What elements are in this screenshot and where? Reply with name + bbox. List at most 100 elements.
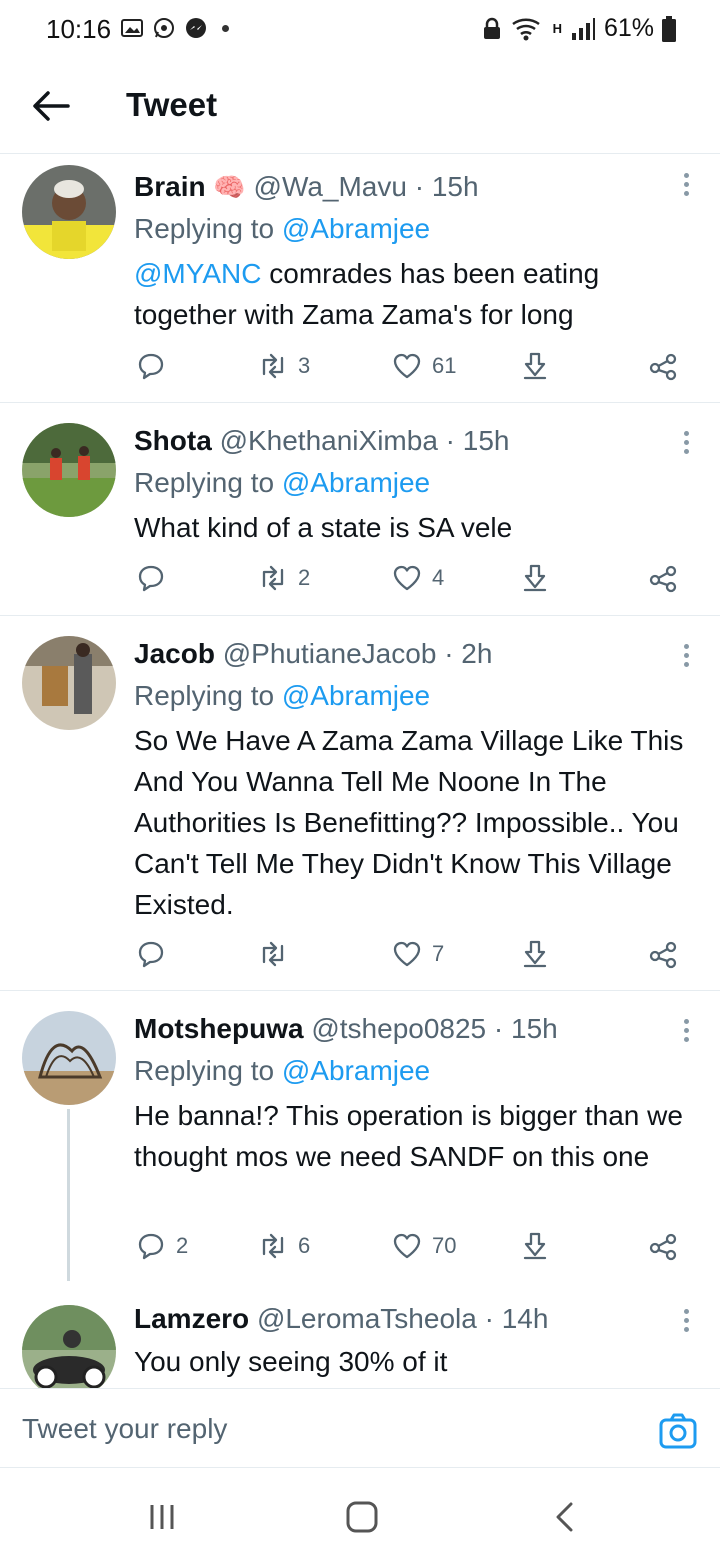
reply-input[interactable]	[22, 1409, 622, 1449]
tweet-actions: 2 4	[134, 563, 694, 599]
like-button[interactable]: 4	[392, 563, 444, 593]
reply-icon	[138, 353, 164, 380]
retweet-button[interactable]: 2	[258, 563, 310, 593]
lock-icon	[483, 17, 500, 39]
tweet-text: What kind of a state is SA vele	[134, 512, 513, 543]
avatar[interactable]	[22, 423, 116, 517]
share-icon	[649, 941, 677, 969]
download-button[interactable]	[520, 563, 550, 593]
back-arrow-icon[interactable]	[30, 88, 70, 124]
author-handle[interactable]: @LeromaTsheola	[257, 1303, 477, 1334]
tweet-card[interactable]: Jacob @PhutianeJacob · 2h Replying to @A…	[0, 616, 720, 991]
tweet-card[interactable]: Lamzero @LeromaTsheola · 14h You only se…	[0, 1281, 720, 1388]
avatar[interactable]	[22, 1305, 116, 1388]
retweet-button[interactable]: 6	[258, 1231, 310, 1261]
reply-button[interactable]	[136, 563, 176, 593]
more-options-icon[interactable]	[682, 1309, 690, 1335]
whatsapp-icon	[154, 18, 174, 38]
reply-icon	[138, 565, 164, 592]
tweet-time: · 15h	[445, 425, 510, 456]
heart-icon	[393, 565, 421, 591]
more-options-icon[interactable]	[682, 644, 690, 670]
status-bar: 10:16 H 61%	[0, 0, 720, 58]
share-button[interactable]	[648, 351, 678, 381]
replying-to-link[interactable]: @Abramjee	[282, 213, 430, 244]
tweet-time: · 15h	[493, 1013, 558, 1044]
app-header: Tweet	[0, 58, 720, 154]
like-button[interactable]: 7	[392, 939, 444, 969]
recent-apps-icon[interactable]	[142, 1500, 182, 1534]
tweet-text: So We Have A Zama Zama Village Like This…	[134, 725, 684, 920]
reply-button[interactable]	[136, 939, 176, 969]
thread-line	[67, 1109, 70, 1281]
signal-icon	[571, 17, 595, 40]
more-options-icon[interactable]	[682, 1019, 690, 1045]
wifi-icon	[511, 18, 540, 40]
avatar[interactable]	[22, 636, 116, 730]
author-handle[interactable]: @PhutianeJacob	[223, 638, 437, 669]
author-handle[interactable]: @tshepo0825	[311, 1013, 486, 1044]
author-name[interactable]: Jacob	[134, 638, 215, 669]
download-button[interactable]	[520, 1231, 550, 1261]
reply-icon	[138, 1233, 164, 1260]
status-time: 10:16	[46, 14, 112, 44]
share-icon	[649, 565, 677, 593]
more-options-icon[interactable]	[682, 173, 690, 199]
replying-to-link[interactable]: @Abramjee	[282, 680, 430, 711]
author-handle[interactable]: @Wa_Mavu	[254, 171, 407, 202]
author-handle[interactable]: @KhethaniXimba	[220, 425, 438, 456]
download-button[interactable]	[520, 351, 550, 381]
retweet-icon	[262, 353, 284, 379]
heart-icon	[393, 353, 421, 379]
tweet-card[interactable]: Motshepuwa @tshepo0825 · 15h Replying to…	[0, 991, 720, 1281]
like-button[interactable]: 61	[392, 351, 456, 381]
retweet-icon	[262, 1233, 284, 1259]
tweet-text: You only seeing 30% of it	[134, 1346, 448, 1377]
share-button[interactable]	[648, 563, 678, 593]
avatar[interactable]	[22, 165, 116, 259]
download-icon	[523, 940, 547, 968]
share-icon	[649, 353, 677, 381]
reply-button[interactable]	[136, 351, 176, 381]
more-options-icon[interactable]	[682, 431, 690, 457]
retweet-button[interactable]: 3	[258, 351, 310, 381]
author-name[interactable]: Shota	[134, 425, 212, 456]
like-button[interactable]: 70	[392, 1231, 456, 1261]
camera-icon[interactable]	[658, 1411, 698, 1451]
tweet-card[interactable]: Brain 🧠 @Wa_Mavu · 15h Replying to @Abra…	[0, 155, 720, 403]
gallery-icon	[121, 19, 143, 37]
retweet-icon	[262, 941, 284, 967]
download-icon	[523, 1232, 547, 1260]
reply-icon	[138, 941, 164, 968]
heart-icon	[393, 941, 421, 967]
author-name[interactable]: Motshepuwa	[134, 1013, 304, 1044]
tweet-time: · 2h	[444, 638, 493, 669]
tweet-text: He banna!? This operation is bigger than…	[134, 1100, 683, 1172]
system-nav-bar	[0, 1470, 720, 1560]
battery-percent: 61%	[603, 14, 654, 42]
tweet-actions: 3 61	[134, 351, 694, 387]
reply-button[interactable]: 2	[136, 1231, 188, 1261]
back-nav-icon[interactable]	[546, 1500, 586, 1534]
replies-feed[interactable]: Brain 🧠 @Wa_Mavu · 15h Replying to @Abra…	[0, 155, 720, 1388]
share-button[interactable]	[648, 939, 678, 969]
replying-to-link[interactable]: @Abramjee	[282, 1055, 430, 1086]
brain-emoji-icon: 🧠	[213, 172, 246, 202]
tweet-card[interactable]: Shota @KhethaniXimba · 15h Replying to @…	[0, 403, 720, 616]
mention-link[interactable]: @MYANC	[134, 258, 261, 289]
page-title: Tweet	[126, 86, 218, 123]
home-icon[interactable]	[342, 1500, 382, 1534]
download-button[interactable]	[520, 939, 550, 969]
share-button[interactable]	[648, 1231, 678, 1261]
avatar[interactable]	[22, 1011, 116, 1105]
replying-to-link[interactable]: @Abramjee	[282, 467, 430, 498]
download-icon	[523, 564, 547, 592]
retweet-button[interactable]	[258, 939, 298, 969]
retweet-icon	[262, 565, 284, 591]
heart-icon	[393, 1233, 421, 1259]
reply-composer	[0, 1388, 720, 1468]
author-name[interactable]: Lamzero	[134, 1303, 249, 1334]
messenger-icon	[186, 18, 206, 38]
author-name[interactable]: Brain	[134, 171, 206, 202]
replying-to: Replying to @Abramjee	[134, 1055, 431, 1086]
